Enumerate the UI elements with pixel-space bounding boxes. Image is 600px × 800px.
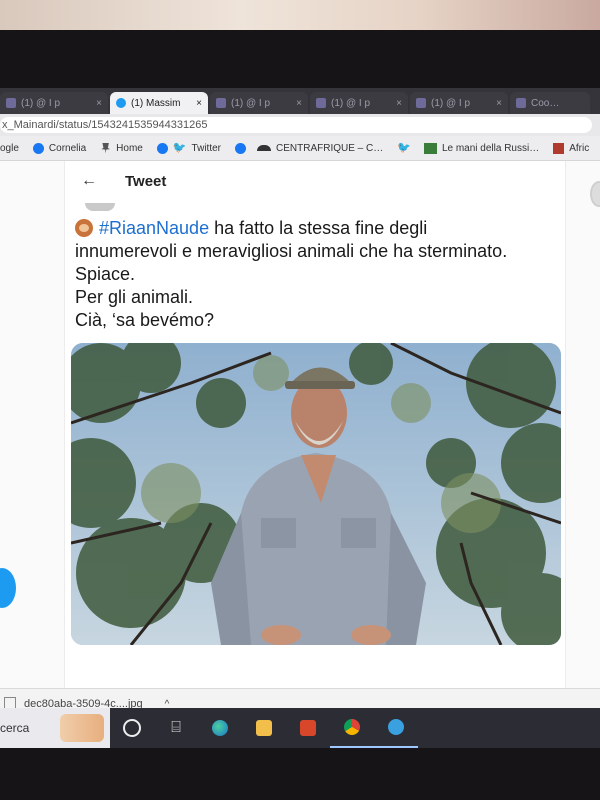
tweet-compose-button[interactable]	[0, 568, 16, 608]
tweet-text-line: innumerevoli e meravigliosi animali che …	[75, 241, 508, 261]
hat-icon	[257, 145, 271, 151]
edge-icon	[212, 720, 228, 736]
task-view-icon[interactable]: ⌸	[154, 708, 198, 748]
twitter-page: ... ← Tweet #RiaanNaude ha fatto la stes…	[0, 161, 600, 716]
site-icon	[423, 142, 437, 154]
twitter-icon: 🐦	[397, 141, 411, 154]
office-button[interactable]	[286, 708, 330, 748]
tab-favicon-icon	[416, 98, 426, 108]
browser-tab[interactable]: (1) @ I p ×	[210, 92, 308, 114]
search-text: cerca	[0, 721, 30, 735]
bookmark-cornelia[interactable]: Cornelia	[32, 142, 87, 154]
close-tab-icon[interactable]: ×	[96, 98, 102, 109]
bookmark-label: Twitter	[191, 142, 221, 154]
tab-strip: (1) @ I p × (1) Massim × (1) @ I p × (1)…	[0, 88, 600, 114]
bookmark-label: Le mani della Russi…	[441, 142, 540, 154]
close-tab-icon[interactable]: ×	[196, 98, 202, 109]
scroll-indicator[interactable]	[590, 181, 600, 207]
task-view-button[interactable]	[110, 708, 154, 748]
browser-tab[interactable]: (1) @ I p ×	[410, 92, 508, 114]
address-bar-area: x_Mainardi/status/1543241535944331265	[0, 114, 600, 136]
browser-tab[interactable]: (1) @ I p ×	[0, 92, 108, 114]
app-button[interactable]	[374, 708, 418, 748]
circle-icon	[123, 719, 141, 737]
bookmark-le-mani[interactable]: 🐦 Le mani della Russi…	[397, 141, 540, 154]
facebook-icon	[32, 142, 44, 154]
tab-favicon-icon	[516, 98, 526, 108]
tab-favicon-icon	[6, 98, 16, 108]
tweet-text-line: ha fatto la stessa fine degli	[209, 218, 428, 238]
bookmarks-bar: ogle Cornelia Home 🐦 Twitter CENTRAFRIQU…	[0, 136, 600, 161]
browser-tab[interactable]: (1) @ I p ×	[310, 92, 408, 114]
facebook-icon	[156, 142, 168, 154]
tab-favicon-icon	[216, 98, 226, 108]
bookmark-label: CENTRAFRIQUE – C…	[276, 142, 384, 154]
chrome-icon	[344, 719, 360, 735]
tab-label: (1) @ I p	[331, 97, 371, 109]
tweet-photo[interactable]	[71, 343, 561, 645]
tab-label: (1) @ I p	[21, 97, 61, 109]
file-explorer-button[interactable]	[242, 708, 286, 748]
tab-label: (1) @ I p	[431, 97, 471, 109]
tweet-text-line: Spiace.	[75, 264, 136, 284]
photo-man-in-bush	[71, 343, 561, 645]
tab-label: (1) Massim	[131, 97, 181, 109]
folder-icon	[256, 720, 272, 736]
back-arrow-icon[interactable]: ←	[81, 172, 105, 190]
tab-label: (1) @ I p	[231, 97, 271, 109]
bookmark-label: Cornelia	[48, 142, 87, 154]
facebook-icon	[235, 142, 246, 154]
tweet-text-line: Per gli animali.	[75, 287, 194, 307]
avatar[interactable]	[85, 203, 115, 211]
tweet-text: #RiaanNaude ha fatto la stessa fine degl…	[75, 217, 555, 332]
close-tab-icon[interactable]: ×	[496, 98, 502, 109]
close-tab-icon[interactable]: ×	[396, 98, 402, 109]
office-icon	[300, 720, 316, 736]
tab-label: Coo…	[531, 97, 560, 109]
bookmark-afric[interactable]: Afric	[553, 142, 590, 154]
pin-icon	[101, 142, 111, 154]
app-icon	[388, 719, 404, 735]
page-title: Tweet	[125, 172, 167, 190]
bookmark-twitter[interactable]: 🐦 Twitter	[156, 141, 221, 154]
close-tab-icon[interactable]: ×	[296, 98, 302, 109]
wall-background	[0, 0, 600, 30]
twitter-icon: 🐦	[172, 141, 187, 154]
edge-button[interactable]	[198, 708, 242, 748]
site-icon	[553, 142, 565, 154]
bookmark-google[interactable]: ogle	[0, 143, 19, 154]
chrome-button[interactable]	[330, 708, 374, 748]
bookmark-label: Home	[116, 142, 143, 154]
screen: (1) @ I p × (1) Massim × (1) @ I p × (1)…	[0, 88, 600, 748]
address-bar[interactable]: x_Mainardi/status/1543241535944331265	[0, 117, 592, 133]
bookmark-centrafrique[interactable]: CENTRAFRIQUE – C…	[235, 142, 384, 154]
monkey-face-icon	[75, 219, 93, 237]
tab-favicon-icon	[316, 98, 326, 108]
bookmark-home[interactable]: Home	[100, 142, 143, 154]
search-highlight-image	[60, 714, 104, 742]
hashtag-link[interactable]: #RiaanNaude	[99, 218, 209, 238]
bookmark-label: ogle	[0, 142, 19, 154]
twitter-favicon-icon	[116, 98, 126, 108]
taskbar-search-box[interactable]: cerca	[0, 708, 110, 748]
bookmark-label: Afric	[569, 142, 590, 154]
tweet-text-line: Cià, ‘sa bevémo?	[75, 310, 215, 330]
tweet-header: ← Tweet	[65, 161, 565, 201]
windows-taskbar: cerca ⌸	[0, 708, 600, 748]
browser-tab-active[interactable]: (1) Massim ×	[110, 92, 208, 114]
browser-tab[interactable]: Coo…	[510, 92, 590, 114]
tweet-column: ← Tweet #RiaanNaude ha fatto la stessa f…	[64, 161, 566, 716]
